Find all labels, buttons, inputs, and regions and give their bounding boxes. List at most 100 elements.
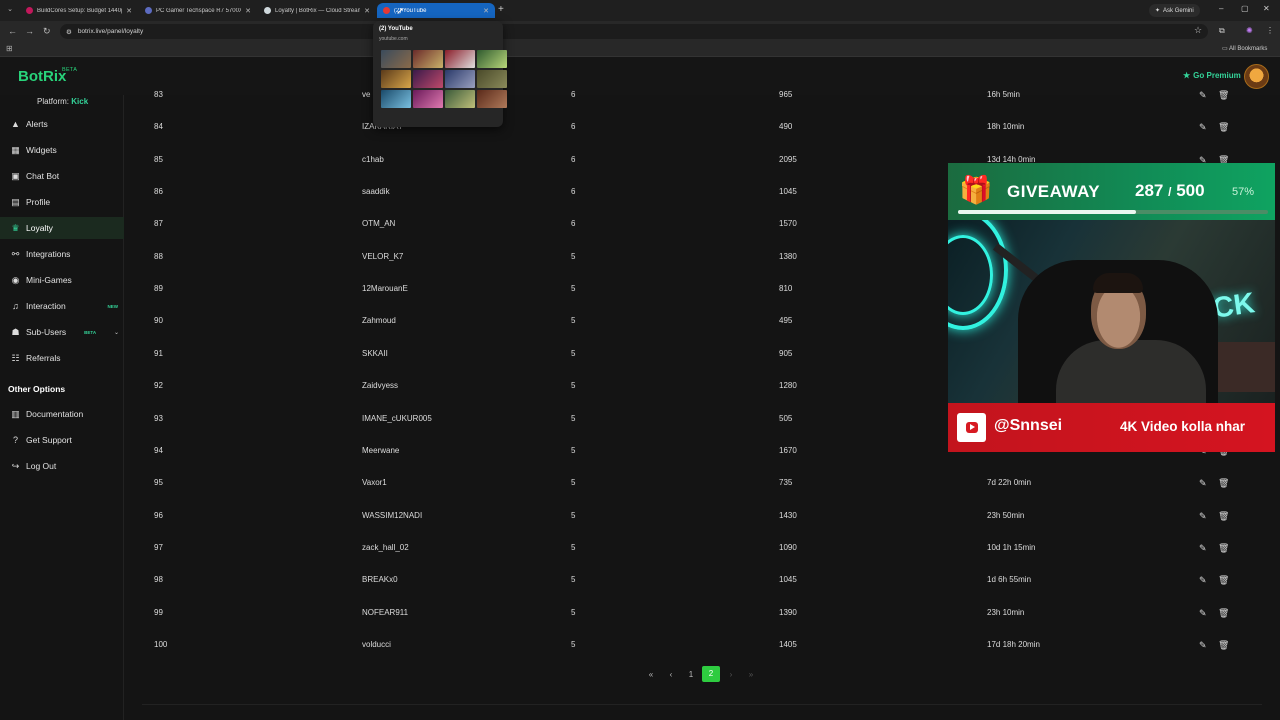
address-bar-row: ← → ↻ ⚙ botrix.live/panel/loyalty xyxy=(0,21,1280,41)
points-cell: 1430 xyxy=(779,510,797,520)
delete-trash-icon[interactable]: 🗑 xyxy=(1218,509,1229,523)
sidebar-item-profile[interactable]: ▤ Profile xyxy=(0,191,124,213)
username-cell: Zahmoud xyxy=(362,316,396,326)
extensions-icon[interactable]: ⧉ xyxy=(1219,26,1225,36)
gemini-sparkle-icon: ✦ xyxy=(1155,8,1161,14)
sidebar-item-referrals[interactable]: ☷ Referrals xyxy=(0,347,124,369)
delete-trash-icon[interactable]: 🗑 xyxy=(1218,88,1229,102)
sidebar-item-log-out[interactable]: ↪ Log Out xyxy=(0,455,124,477)
next-page-button[interactable]: › xyxy=(721,670,741,679)
edit-pencil-icon[interactable]: ✎ xyxy=(1199,638,1207,652)
tab-list-chevron-icon[interactable]: ⌄ xyxy=(4,5,16,16)
referral-icon: ☷ xyxy=(11,352,20,363)
minimize-icon[interactable]: – xyxy=(1219,4,1223,13)
edit-pencil-icon[interactable]: ✎ xyxy=(1199,476,1207,490)
page-1-button[interactable]: 1 xyxy=(681,670,701,679)
chevron-down-icon[interactable]: ⌄ xyxy=(114,329,119,336)
edit-pencil-icon[interactable]: ✎ xyxy=(1199,606,1207,620)
rank-cell: 94 xyxy=(154,445,163,455)
user-avatar[interactable] xyxy=(1244,64,1269,89)
url-field[interactable]: ⚙ botrix.live/panel/loyalty xyxy=(60,24,1208,39)
go-premium-label: Go Premium xyxy=(1193,71,1241,80)
site-info-icon[interactable]: ⚙ xyxy=(66,28,72,36)
page-2-button-current[interactable]: 2 xyxy=(702,666,720,682)
rank-cell: 83 xyxy=(154,90,163,99)
sidebar-item-sub-users[interactable]: ☗ Sub-Users BETA ⌄ xyxy=(0,321,124,343)
platform-indicator[interactable]: Platform: Kick xyxy=(37,97,88,106)
delete-trash-icon[interactable]: 🗑 xyxy=(1218,606,1229,620)
thumbnail-image xyxy=(477,70,507,88)
prev-page-button[interactable]: ‹ xyxy=(661,670,681,679)
tab-hover-preview: (2) YouTube youtube.com xyxy=(373,21,507,127)
points-cell: 1390 xyxy=(779,607,797,617)
edit-pencil-icon[interactable]: ✎ xyxy=(1199,541,1207,555)
edit-pencil-icon[interactable]: ✎ xyxy=(1199,573,1207,587)
sidebar-item-label: Interaction xyxy=(26,301,66,311)
sidebar-item-alerts[interactable]: ▲ Alerts xyxy=(0,113,124,135)
ask-gemini-button[interactable]: ✦ Ask Gemini xyxy=(1149,4,1200,17)
sidebar-item-widgets[interactable]: ▦ Widgets xyxy=(0,139,124,161)
username-cell: c1hab xyxy=(362,154,384,164)
reload-icon[interactable]: ↻ xyxy=(43,26,51,37)
gift-icon: 🎁 xyxy=(959,175,993,205)
delete-trash-icon[interactable]: 🗑 xyxy=(1218,638,1229,652)
points-cell: 810 xyxy=(779,284,793,294)
all-bookmarks-link[interactable]: ▭ All Bookmarks xyxy=(1222,45,1267,52)
close-window-icon[interactable]: ✕ xyxy=(1263,4,1270,13)
new-tab-button[interactable]: + xyxy=(498,4,504,15)
first-page-button[interactable]: « xyxy=(641,670,661,679)
sidebar-item-chat-bot[interactable]: ▣ Chat Bot xyxy=(0,165,124,187)
browser-menu-icon[interactable]: ⋮ xyxy=(1266,26,1274,35)
watchtime-cell: 10d 1h 15min xyxy=(987,542,1036,552)
delete-trash-icon[interactable]: 🗑 xyxy=(1218,573,1229,587)
browser-tab-active[interactable]: (2) YouTube ✕ xyxy=(377,3,495,18)
browser-tab[interactable]: Loyalty | BotRix — Cloud Stream ✕ xyxy=(258,3,376,18)
new-badge: NEW xyxy=(107,303,119,309)
sidebar-item-get-support[interactable]: ? Get Support xyxy=(0,429,124,451)
sidebar-item-interaction[interactable]: ♫ Interaction NEW xyxy=(0,295,124,317)
points-cell: 505 xyxy=(779,413,793,423)
level-cell: 5 xyxy=(571,251,576,261)
preview-title: (2) YouTube xyxy=(379,26,413,32)
tab-title: (2) YouTube xyxy=(394,7,427,14)
rank-cell: 86 xyxy=(154,187,163,197)
bookmark-star-icon[interactable]: ☆ xyxy=(1194,25,1202,36)
sidebar-item-label: Referrals xyxy=(26,353,61,363)
go-premium-button[interactable]: ★ Go Premium xyxy=(1183,71,1241,80)
sidebar-item-loyalty[interactable]: ♛ Loyalty xyxy=(0,217,124,239)
watchtime-cell: 23h 50min xyxy=(987,510,1025,520)
edit-pencil-icon[interactable]: ✎ xyxy=(1199,88,1207,102)
tab-close-icon[interactable]: ✕ xyxy=(245,7,251,15)
points-cell: 1405 xyxy=(779,639,797,649)
edit-pencil-icon[interactable]: ✎ xyxy=(1199,120,1207,134)
sidebar-item-mini-games[interactable]: ◉ Mini-Games xyxy=(0,269,124,291)
tab-close-icon[interactable]: ✕ xyxy=(364,7,370,15)
tab-close-icon[interactable]: ✕ xyxy=(126,7,132,15)
delete-trash-icon[interactable]: 🗑 xyxy=(1218,476,1229,490)
tab-close-icon[interactable]: ✕ xyxy=(483,7,489,15)
rank-cell: 95 xyxy=(154,478,163,488)
browser-tab[interactable]: PC Gamer Techspace R7 5700X ✕ xyxy=(139,3,257,18)
delete-trash-icon[interactable]: 🗑 xyxy=(1218,120,1229,134)
rank-cell: 92 xyxy=(154,381,163,391)
giveaway-count: 287 / 500 xyxy=(1135,181,1205,201)
last-page-button[interactable]: » xyxy=(741,670,761,679)
profile-extension-icon[interactable]: ✺ xyxy=(1246,26,1253,35)
browser-tab[interactable]: BuildCores Setup: Budget 1440p ✕ xyxy=(20,3,138,18)
maximize-icon[interactable]: ▢ xyxy=(1241,4,1249,13)
username-cell: BREAKx0 xyxy=(362,575,398,585)
sidebar-item-integrations[interactable]: ⚯ Integrations xyxy=(0,243,124,265)
forward-arrow-icon[interactable]: → xyxy=(25,26,34,36)
level-cell: 5 xyxy=(571,316,576,326)
edit-pencil-icon[interactable]: ✎ xyxy=(1199,509,1207,523)
thumbnail-image xyxy=(445,70,475,88)
delete-trash-icon[interactable]: 🗑 xyxy=(1218,541,1229,555)
sidebar-item-documentation[interactable]: ▥ Documentation xyxy=(0,403,124,425)
sidebar-item-label: Get Support xyxy=(26,435,72,445)
back-arrow-icon[interactable]: ← xyxy=(8,26,17,36)
botrix-logo[interactable]: BotRix xyxy=(18,68,66,85)
points-cell: 1380 xyxy=(779,251,797,261)
apps-grid-icon[interactable]: ⊞ xyxy=(6,44,13,53)
thumbnail-image xyxy=(413,90,443,108)
bookmarks-bar xyxy=(0,41,1280,57)
